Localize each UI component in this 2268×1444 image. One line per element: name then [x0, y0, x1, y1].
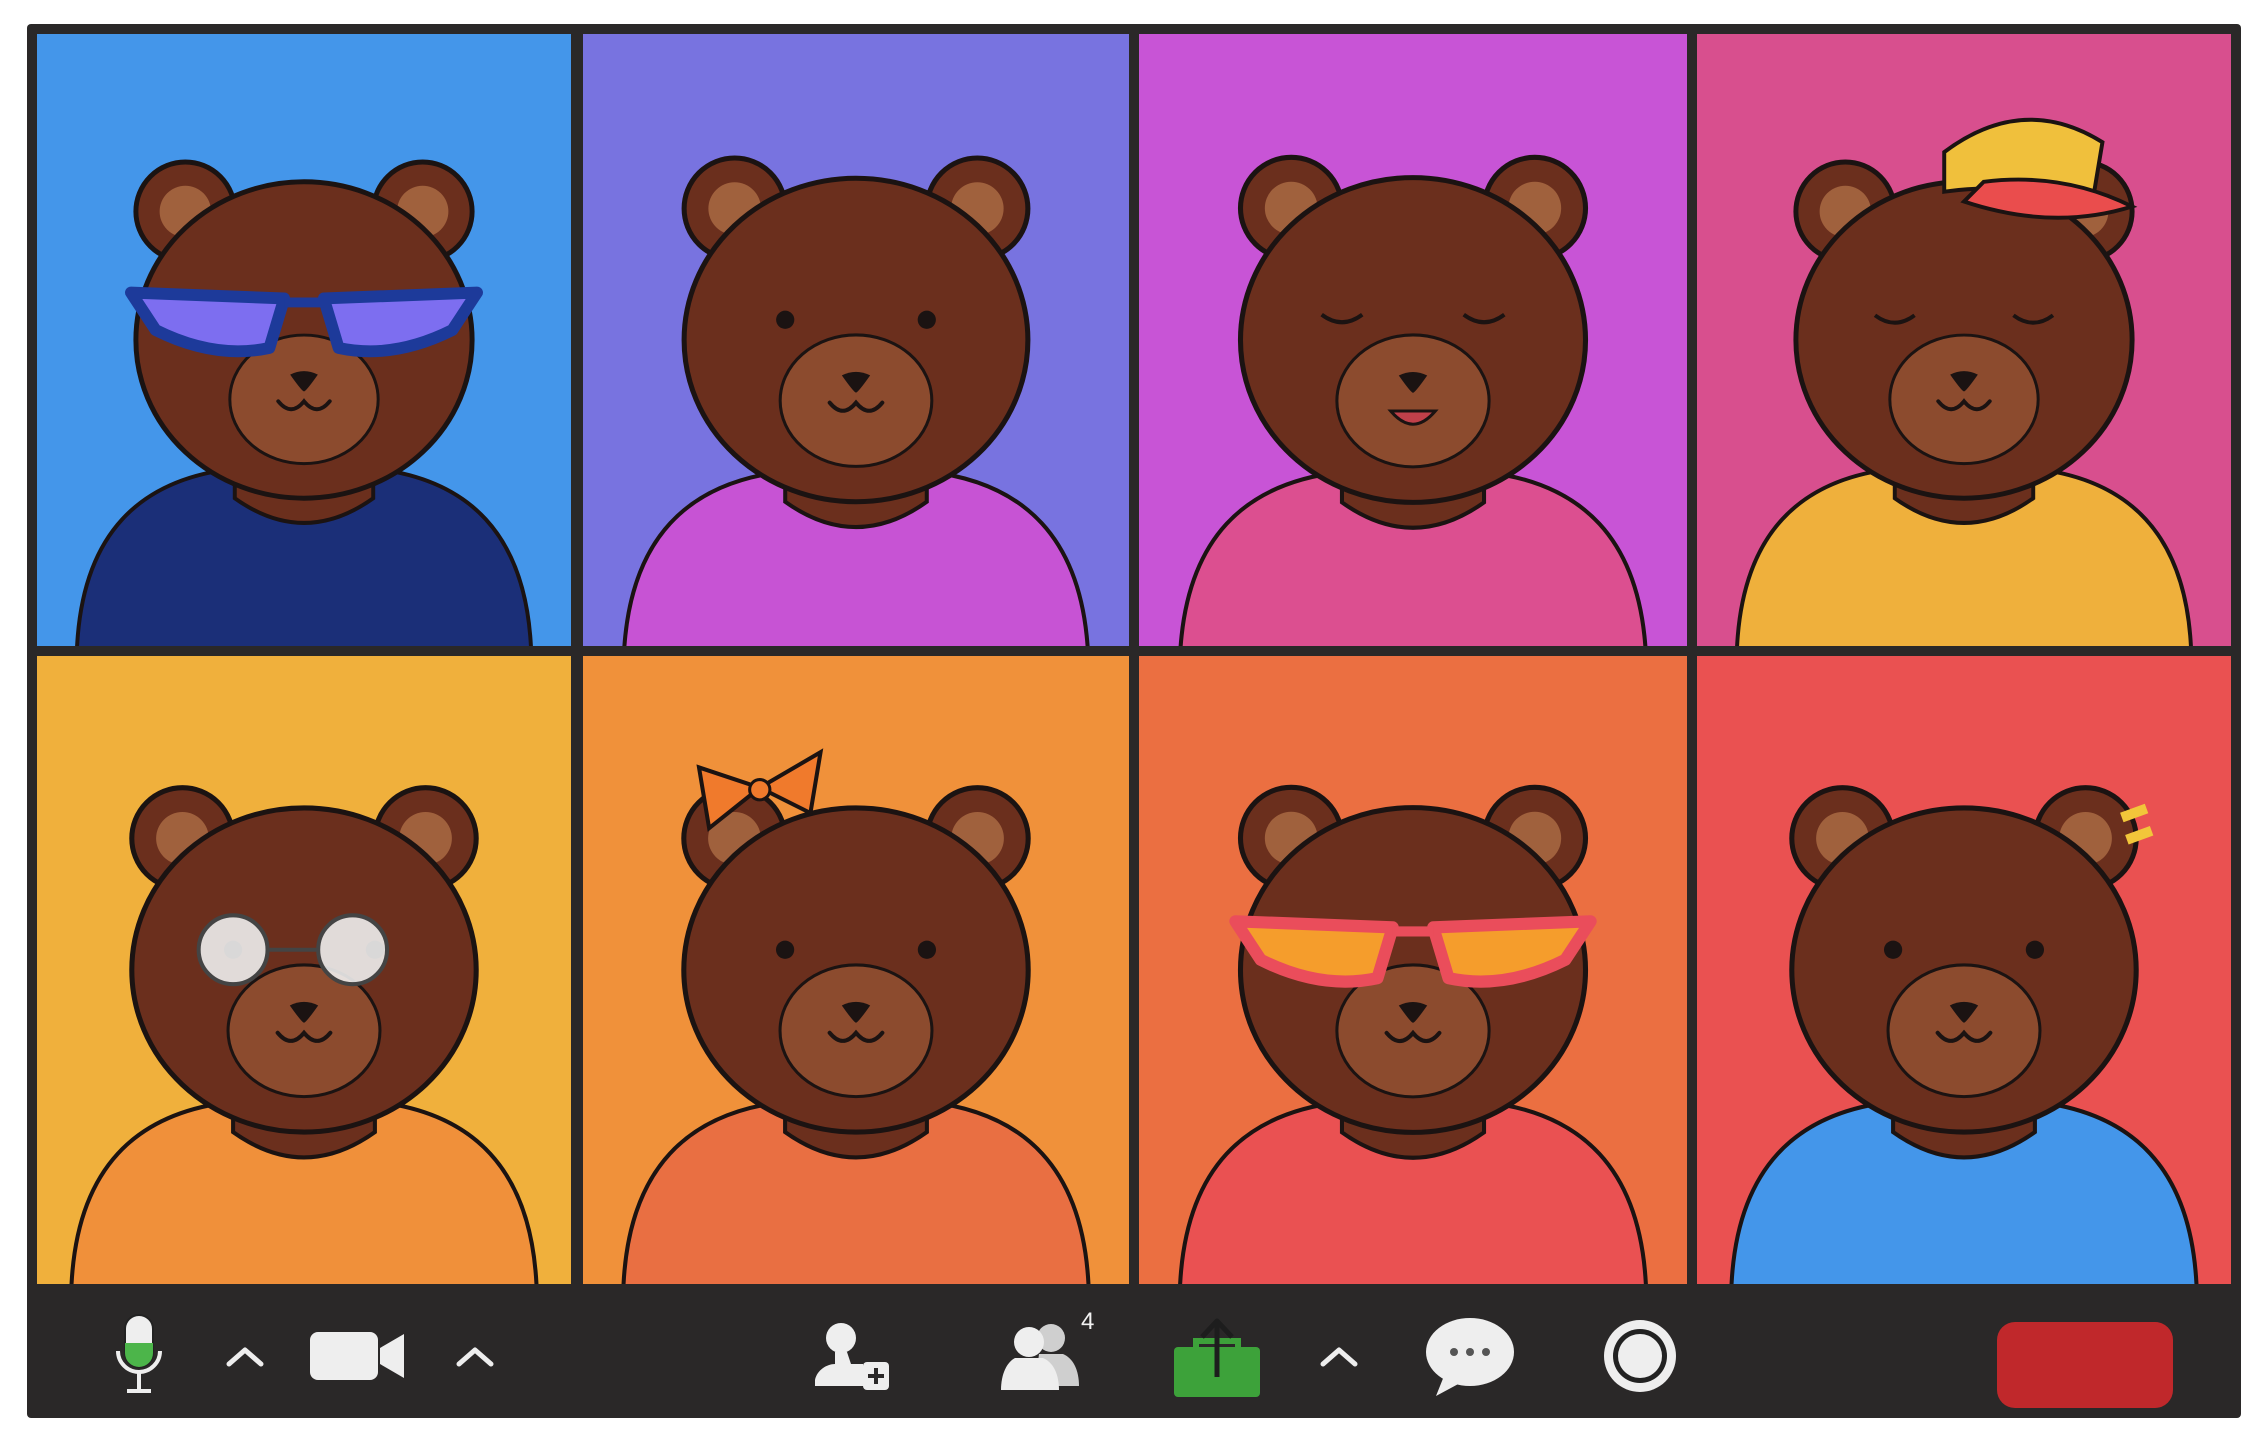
bear-avatar	[1729, 785, 2199, 1284]
bear-avatar	[69, 785, 539, 1284]
participants-count-badge: 4	[1081, 1308, 1095, 1335]
mute-button[interactable]	[109, 1294, 169, 1418]
share-screen-button[interactable]	[1169, 1294, 1265, 1418]
add-person-icon	[815, 1323, 889, 1390]
record-icon	[1604, 1320, 1676, 1392]
microphone-icon	[116, 1314, 162, 1393]
chevron-up-icon	[226, 1347, 264, 1367]
bear-avatar	[621, 748, 1091, 1284]
chat-bubble-icon	[1426, 1318, 1514, 1396]
record-button[interactable]	[1595, 1294, 1685, 1418]
participant-tile-1[interactable]	[37, 34, 571, 646]
share-options-button[interactable]	[1317, 1294, 1361, 1418]
video-options-button[interactable]	[453, 1294, 497, 1418]
bear-avatar	[1735, 117, 2193, 646]
participant-tile-4[interactable]	[1697, 34, 2231, 646]
participant-tile-5[interactable]	[37, 656, 571, 1284]
share-screen-icon	[1174, 1318, 1260, 1397]
participants-icon	[1001, 1324, 1079, 1390]
meeting-toolbar: 4	[27, 1294, 2241, 1418]
participants-button[interactable]: 4	[981, 1294, 1101, 1418]
participant-tile-2[interactable]	[583, 34, 1129, 646]
bear-avatar	[1178, 154, 1648, 646]
bear-avatar	[622, 155, 1090, 646]
bear-avatar	[75, 159, 533, 646]
video-camera-icon	[310, 1332, 404, 1380]
video-button[interactable]	[305, 1294, 411, 1418]
video-call-window: 4	[27, 24, 2241, 1418]
participant-tile-6[interactable]	[583, 656, 1129, 1284]
bear-avatar	[1178, 784, 1648, 1284]
audio-options-button[interactable]	[223, 1294, 267, 1418]
participant-tile-7[interactable]	[1139, 656, 1687, 1284]
participant-tile-8[interactable]	[1697, 656, 2231, 1284]
chevron-up-icon	[456, 1347, 494, 1367]
chat-button[interactable]	[1417, 1294, 1523, 1418]
invite-button[interactable]	[799, 1294, 899, 1418]
end-call-button[interactable]	[1997, 1322, 2173, 1408]
participant-tile-3[interactable]	[1139, 34, 1687, 646]
chevron-up-icon	[1320, 1347, 1358, 1367]
